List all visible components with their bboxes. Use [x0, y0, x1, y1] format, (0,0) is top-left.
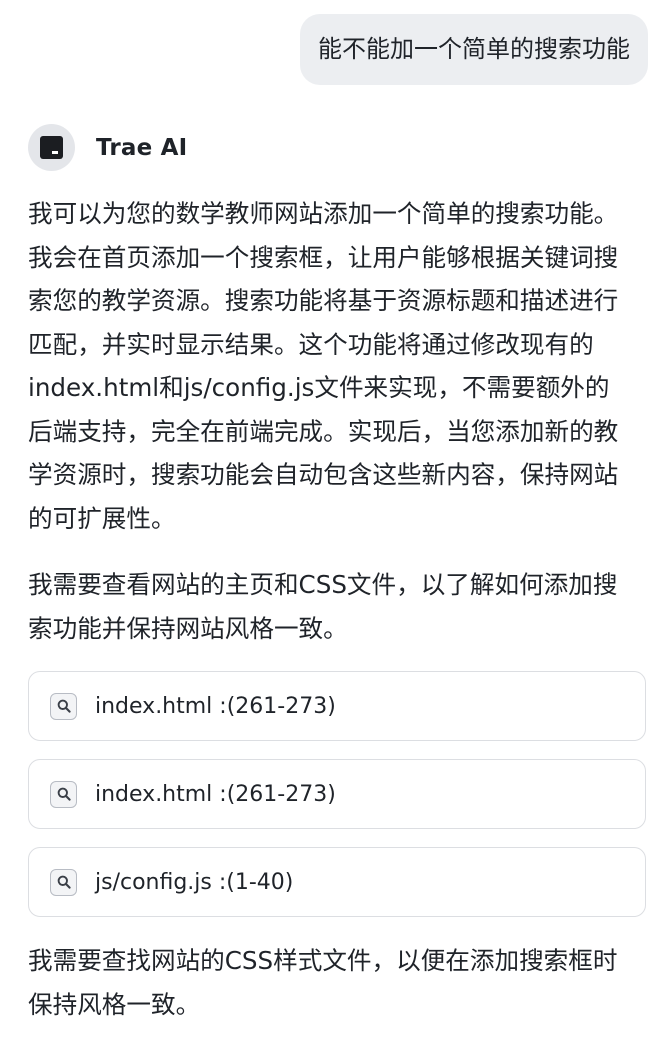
- file-reference-label: index.html :(261-273): [95, 781, 336, 807]
- file-reference-card[interactable]: js/config.js :(1-40): [28, 847, 646, 917]
- search-file-icon: [50, 780, 77, 808]
- assistant-message-check-files: 我需要查看网站的主页和CSS文件，以了解如何添加搜索功能并保持网站风格一致。: [28, 570, 618, 643]
- search-file-icon: [50, 692, 77, 720]
- assistant-avatar: [28, 124, 75, 171]
- user-message-row: 能不能加一个简单的搜索功能: [300, 14, 648, 85]
- assistant-message-intro: 我可以为您的数学教师网站添加一个简单的搜索功能。我会在首页添加一个搜索框，让用户…: [28, 199, 619, 533]
- user-message-bubble: 能不能加一个简单的搜索功能: [300, 14, 648, 85]
- file-reference-card[interactable]: index.html :(261-273): [28, 759, 646, 829]
- file-reference-label: index.html :(261-273): [95, 693, 336, 719]
- assistant-message-find-css: 我需要查找网站的CSS样式文件，以便在添加搜索框时保持风格一致。: [28, 946, 618, 1019]
- search-file-icon: [50, 868, 77, 896]
- assistant-name: Trae AI: [96, 134, 188, 161]
- file-reference-label: js/config.js :(1-40): [95, 869, 294, 895]
- file-reference-card[interactable]: index.html :(261-273): [28, 671, 646, 741]
- assistant-header: Trae AI: [28, 124, 187, 171]
- trae-logo-icon: [40, 136, 63, 159]
